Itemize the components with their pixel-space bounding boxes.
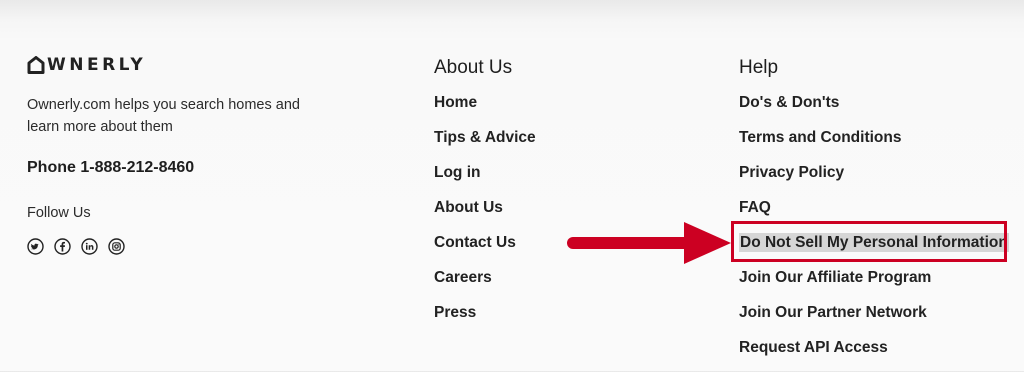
about-us-heading: About Us <box>434 57 513 78</box>
social-links <box>27 238 125 255</box>
instagram-icon[interactable] <box>108 238 125 255</box>
footer-link-request-api[interactable]: Request API Access <box>739 337 1009 372</box>
footer-link-affiliate-program[interactable]: Join Our Affiliate Program <box>739 267 1009 302</box>
linkedin-icon[interactable] <box>81 238 98 255</box>
phone-number[interactable]: Phone 1-888-212-8460 <box>27 159 194 177</box>
facebook-icon[interactable] <box>54 238 71 255</box>
footer-link-log-in[interactable]: Log in <box>434 162 536 197</box>
highlight-annotation-box <box>731 221 1007 262</box>
help-column: Help Do's & Don'ts Terms and Conditions … <box>739 57 1009 372</box>
logo-wordmark: WNERLY <box>47 55 147 75</box>
footer-link-contact-us[interactable]: Contact Us <box>434 232 536 267</box>
house-logo-icon <box>27 56 45 74</box>
ownerly-logo[interactable]: WNERLY <box>27 55 146 75</box>
footer-link-terms[interactable]: Terms and Conditions <box>739 127 1009 162</box>
footer-link-privacy-policy[interactable]: Privacy Policy <box>739 162 1009 197</box>
follow-us-label: Follow Us <box>27 205 91 221</box>
footer-link-press[interactable]: Press <box>434 302 536 337</box>
footer-link-dos-donts[interactable]: Do's & Don'ts <box>739 92 1009 127</box>
twitter-icon[interactable] <box>27 238 44 255</box>
brand-description: Ownerly.com helps you search homes and l… <box>27 97 300 135</box>
footer-link-tips-advice[interactable]: Tips & Advice <box>434 127 536 162</box>
help-heading: Help <box>739 57 779 78</box>
about-us-column: About Us Home Tips & Advice Log in About… <box>434 57 536 337</box>
footer-link-partner-network[interactable]: Join Our Partner Network <box>739 302 1009 337</box>
red-arrow-annotation <box>567 222 731 264</box>
footer-link-careers[interactable]: Careers <box>434 267 536 302</box>
footer-link-about-us[interactable]: About Us <box>434 197 536 232</box>
footer-link-home[interactable]: Home <box>434 92 536 127</box>
